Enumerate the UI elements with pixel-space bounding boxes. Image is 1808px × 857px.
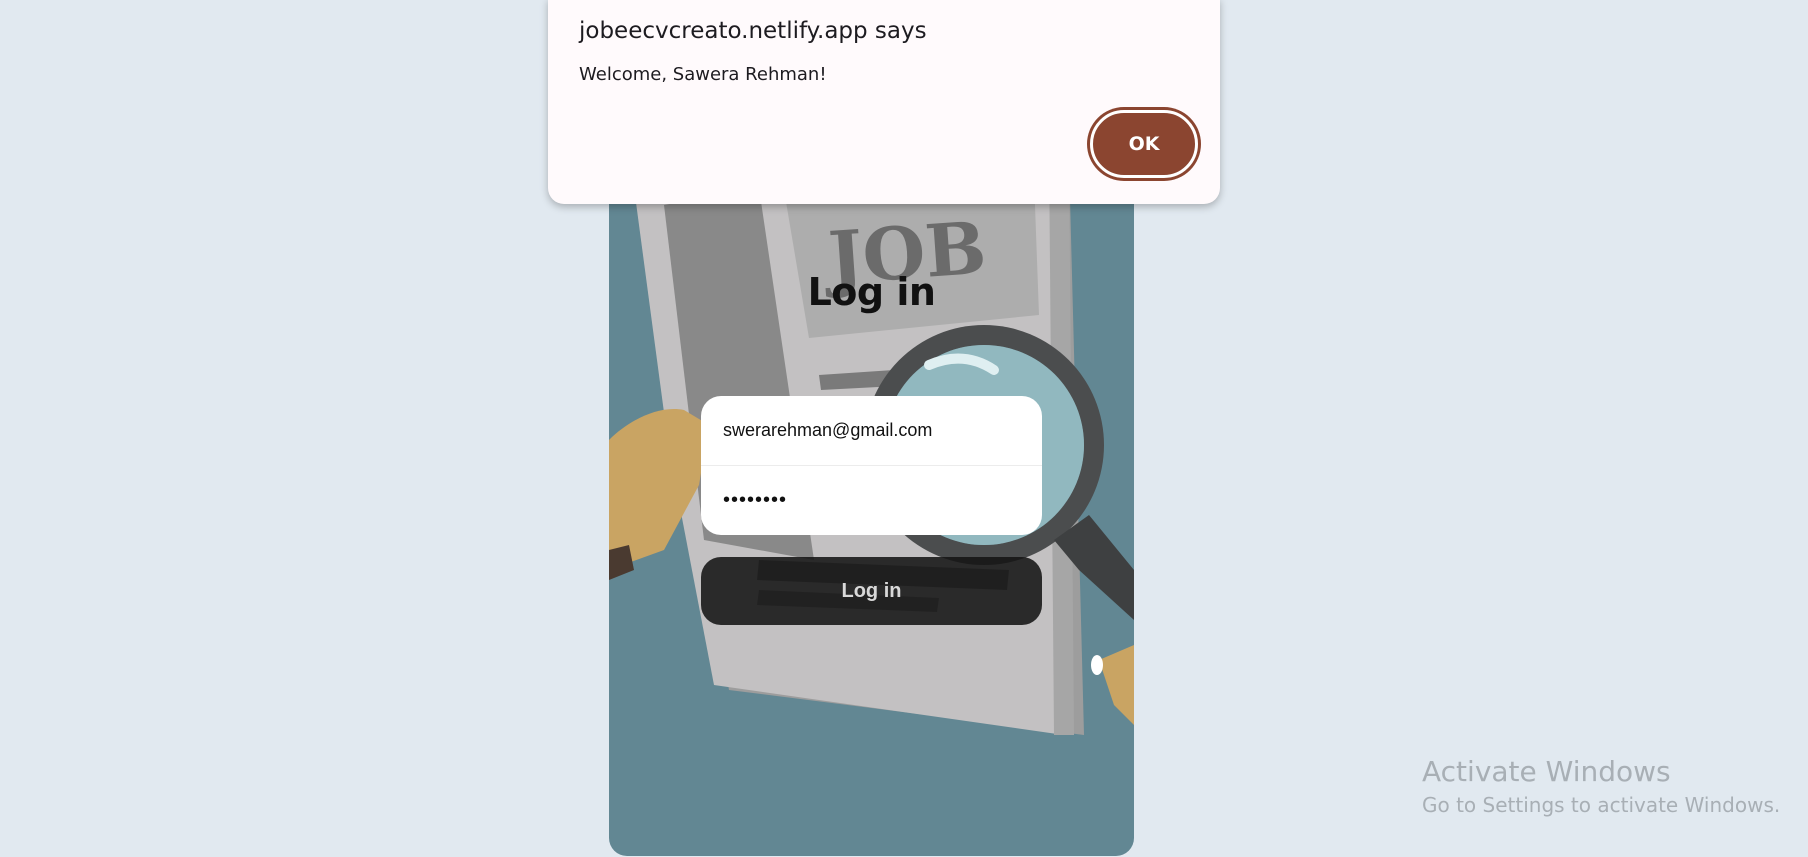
dialog-title: jobeecvcreato.netlify.app says [579,18,927,44]
login-title: Log in [807,270,936,314]
credentials-group [701,396,1042,535]
login-button[interactable]: Log in [701,557,1042,625]
page: JOB Log in Log in jobee [0,0,1808,857]
login-card: JOB Log in Log in [609,150,1134,856]
ok-button[interactable]: OK [1090,110,1198,178]
password-field[interactable] [701,466,1042,535]
alert-dialog: jobeecvcreato.netlify.app says Welcome, … [548,0,1220,204]
watermark-subtitle: Go to Settings to activate Windows. [1422,793,1781,817]
activate-windows-watermark: Activate Windows Go to Settings to activ… [1422,754,1780,820]
watermark-title: Activate Windows [1422,755,1671,788]
email-field[interactable] [701,396,1042,466]
dialog-message: Welcome, Sawera Rehman! [579,64,827,85]
